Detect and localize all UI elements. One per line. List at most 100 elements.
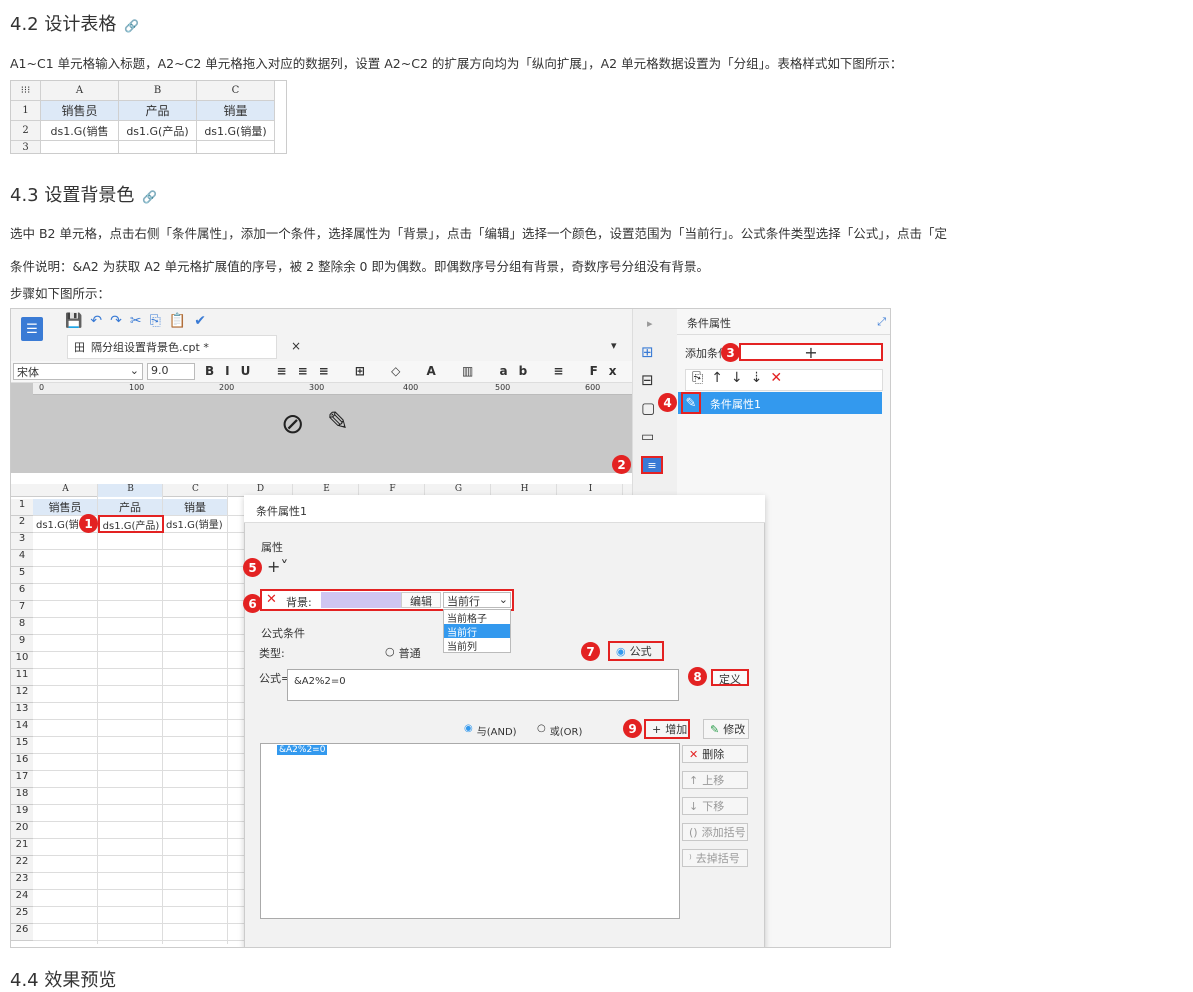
- radio-and[interactable]: ◉ 与(AND): [464, 723, 517, 738]
- define-button[interactable]: 定义: [711, 669, 749, 686]
- ruler-tick: 600: [585, 383, 601, 392]
- cell-attr-icon[interactable]: ⊞: [641, 343, 654, 361]
- col-header[interactable]: A: [33, 484, 98, 497]
- mini-table-image: ⁝⁝⁝ A B C 1 2 3 销售员 产品 销量 ds1.G(销售 ds1.G…: [10, 80, 287, 154]
- remove-attr-icon[interactable]: ✕: [266, 592, 277, 607]
- row-header[interactable]: 23: [11, 873, 33, 890]
- row-header[interactable]: 13: [11, 703, 33, 720]
- row-header[interactable]: 20: [11, 822, 33, 839]
- dropdown-option-selected[interactable]: 当前行: [444, 624, 510, 639]
- delete-button[interactable]: ✕ 删除: [682, 745, 748, 763]
- edit-condition-icon[interactable]: ✎: [681, 392, 701, 414]
- ruler-tick: 400: [403, 383, 419, 392]
- col-header[interactable]: C: [163, 484, 228, 497]
- radio-normal[interactable]: ○ 普通: [385, 645, 421, 661]
- row-header[interactable]: 18: [11, 788, 33, 805]
- dropdown-option[interactable]: 当前格子: [444, 610, 510, 625]
- file-tab[interactable]: 田 隔分组设置背景色.cpt *: [67, 335, 277, 359]
- move-down-button[interactable]: ↓ 下移: [682, 797, 748, 815]
- radio-formula[interactable]: ◉ 公式: [608, 641, 664, 661]
- row-header[interactable]: 19: [11, 805, 33, 822]
- anchor-link-icon[interactable]: 🔗: [142, 190, 157, 204]
- add-attr-button[interactable]: +˅: [267, 557, 288, 576]
- ruler-tick: 300: [309, 383, 325, 392]
- col-header[interactable]: B: [98, 484, 163, 497]
- section-4-3-heading: 4.3 设置背景色 🔗: [10, 181, 157, 207]
- condition-list[interactable]: [260, 743, 680, 919]
- arrow-up-icon: ↑: [689, 773, 699, 787]
- btn-label: 添加括号: [701, 826, 746, 839]
- move-up-button[interactable]: ↑ 上移: [682, 771, 748, 789]
- row-header[interactable]: 26: [11, 924, 33, 941]
- link-icon[interactable]: ▭: [641, 429, 654, 445]
- formula-input[interactable]: &A2%2=0: [287, 669, 679, 701]
- edit-color-button[interactable]: 编辑: [401, 592, 441, 608]
- hide-icon[interactable]: ⊘: [281, 407, 304, 440]
- dropdown-option[interactable]: 当前列: [444, 638, 510, 653]
- row-header[interactable]: 5: [11, 567, 33, 584]
- selected-cell-b2[interactable]: ds1.G(产品): [98, 515, 164, 533]
- anchor-link-icon[interactable]: 🔗: [124, 19, 139, 33]
- row-header[interactable]: 10: [11, 652, 33, 669]
- data-cell: ds1.G(销量): [197, 121, 275, 141]
- modify-button[interactable]: ✎ 修改: [703, 719, 749, 739]
- add-button[interactable]: + 增加: [644, 719, 690, 739]
- condition-attr-icon[interactable]: ≡: [641, 456, 663, 474]
- widget-icon[interactable]: ⊟: [641, 371, 654, 389]
- row-header[interactable]: 7: [11, 601, 33, 618]
- condition-toolbar[interactable]: ⎘↑↓⇣✕: [685, 369, 883, 391]
- pin-icon[interactable]: ▾: [611, 339, 617, 352]
- row-header[interactable]: 22: [11, 856, 33, 873]
- title-cell[interactable]: 销量: [163, 499, 227, 515]
- frame-icon[interactable]: ▢: [641, 399, 655, 417]
- row-header[interactable]: 12: [11, 686, 33, 703]
- empty-cell: [197, 141, 275, 153]
- row-header[interactable]: 14: [11, 720, 33, 737]
- radio-or[interactable]: ○ 或(OR): [537, 723, 582, 738]
- pin-icon[interactable]: ⤢: [877, 315, 886, 329]
- row-header[interactable]: 6: [11, 584, 33, 601]
- row-header[interactable]: 2: [11, 516, 33, 533]
- add-parens-button[interactable]: () 添加括号: [682, 823, 748, 841]
- add-condition-button[interactable]: +: [739, 343, 883, 362]
- row-header[interactable]: 21: [11, 839, 33, 856]
- btn-label: 修改: [723, 723, 746, 736]
- paragraph: A1~C1 单元格输入标题，A2~C2 单元格拖入对应的数据列，设置 A2~C2…: [10, 56, 903, 71]
- condition-list-entry[interactable]: &A2%2=0: [277, 745, 328, 755]
- btn-label: 上移: [702, 774, 725, 787]
- title-cell: 销售员: [41, 101, 119, 121]
- format-buttons[interactable]: BIU ≡≡≡ ⊞ ◇ A ▥ ab ≡ Fx ▮: [205, 364, 660, 378]
- step-badge: 1: [79, 514, 98, 533]
- row-header[interactable]: 16: [11, 754, 33, 771]
- ruler: 0 100 200 300 400 500 600: [33, 383, 632, 395]
- row-header[interactable]: 11: [11, 669, 33, 686]
- scope-select[interactable]: 当前行 ⌄: [443, 592, 511, 608]
- row-header[interactable]: 9: [11, 635, 33, 652]
- data-cell[interactable]: ds1.G(销量): [163, 516, 227, 532]
- quick-toolbar-icons[interactable]: 💾↶↷✂⎘📋✔: [65, 313, 214, 329]
- row-header[interactable]: 25: [11, 907, 33, 924]
- edit-pencil-icon[interactable]: ✎: [327, 407, 349, 437]
- font-size-select[interactable]: 9.0: [147, 363, 195, 380]
- paragraph: 步骤如下图所示：: [10, 286, 111, 301]
- row-header[interactable]: 3: [11, 533, 33, 550]
- parens-icon: (): [689, 825, 698, 839]
- collapse-icon[interactable]: ▸: [647, 317, 653, 330]
- condition-list-item[interactable]: 条件属性1: [678, 392, 882, 414]
- row-header[interactable]: 8: [11, 618, 33, 635]
- col-header: A: [41, 81, 119, 101]
- remove-parens-button[interactable]: ⁾ 去掉括号: [682, 849, 748, 867]
- row-header[interactable]: 4: [11, 550, 33, 567]
- app-menu-icon[interactable]: ☰: [21, 317, 43, 341]
- font-select[interactable]: 宋体 ⌄: [13, 363, 143, 380]
- canvas-area: [11, 383, 632, 473]
- close-tab-icon[interactable]: ×: [291, 339, 301, 353]
- title-cell[interactable]: 销售员: [33, 499, 97, 515]
- title-cell[interactable]: 产品: [98, 499, 162, 515]
- row-header[interactable]: 24: [11, 890, 33, 907]
- row-header[interactable]: 17: [11, 771, 33, 788]
- row-header[interactable]: 1: [11, 499, 33, 516]
- row-header[interactable]: 15: [11, 737, 33, 754]
- ruler-tick: 100: [129, 383, 145, 392]
- type-label: 类型:: [259, 647, 285, 660]
